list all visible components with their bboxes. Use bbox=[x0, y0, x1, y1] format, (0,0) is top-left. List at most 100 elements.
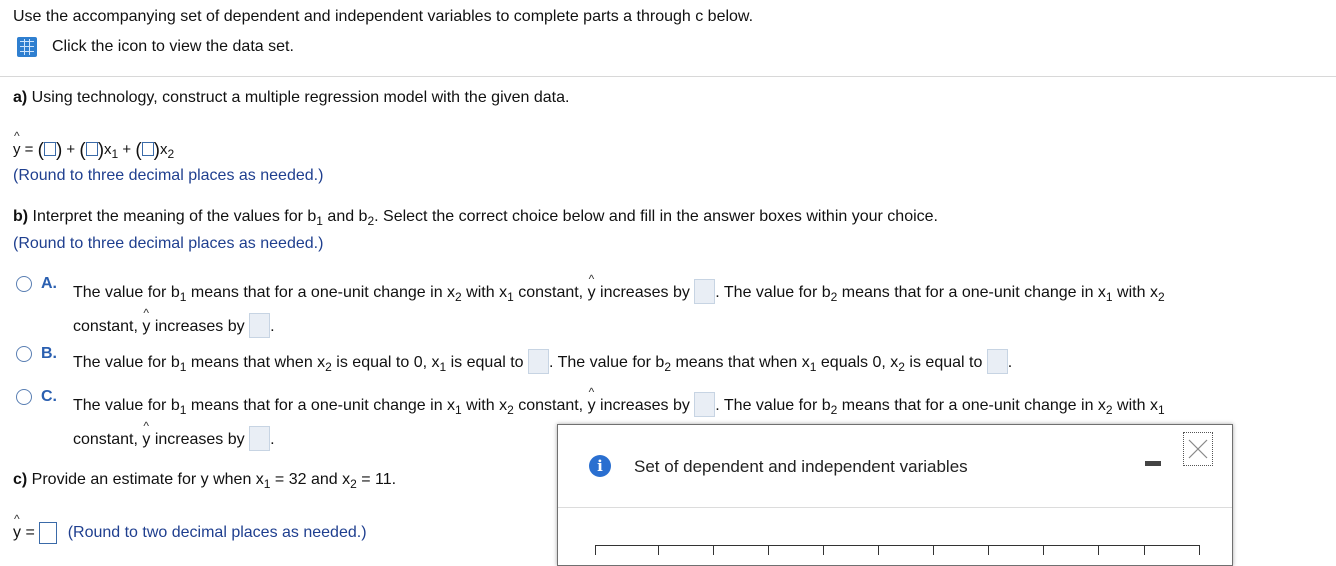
choice-c-letter[interactable]: C. bbox=[41, 388, 57, 406]
sub: 2 bbox=[1157, 290, 1165, 304]
y-hat: y bbox=[13, 512, 21, 542]
part-b-text: Interpret the meaning of the values for … bbox=[28, 208, 317, 225]
y-hat: y bbox=[13, 129, 21, 158]
view-data-link[interactable]: Click the icon to view the data set. bbox=[52, 38, 294, 56]
part-c-prompt: c) Provide an estimate for y when x1 = 3… bbox=[13, 471, 397, 491]
choice-text: . The value for b bbox=[549, 354, 665, 371]
choice-text: increases by bbox=[595, 284, 695, 301]
part-a-round-hint: (Round to three decimal places as needed… bbox=[13, 167, 324, 184]
intercept-input[interactable] bbox=[43, 142, 56, 156]
y-hat: y bbox=[588, 272, 596, 302]
estimate-input[interactable] bbox=[39, 522, 58, 544]
choice-a-radio[interactable] bbox=[16, 276, 32, 292]
choice-c-line1: The value for b 1 means that for a one-un… bbox=[73, 385, 1165, 417]
choice-b-input-2[interactable] bbox=[986, 349, 1008, 374]
sub: 1 bbox=[1157, 403, 1165, 417]
sub: 1 bbox=[507, 290, 514, 304]
table-column-line bbox=[1098, 545, 1099, 555]
choice-a-input-2[interactable] bbox=[249, 313, 271, 338]
table-column-line bbox=[1144, 545, 1145, 555]
part-b-text: . Select the correct choice below and fi… bbox=[374, 208, 938, 225]
choice-text: The value for b bbox=[73, 354, 180, 371]
choice-text: means that when x bbox=[186, 354, 326, 371]
choice-text: is equal to bbox=[904, 354, 987, 371]
choice-b-line1: The value for b1 means that when x2 is e… bbox=[73, 349, 1012, 374]
choice-text: . The value for b bbox=[715, 284, 831, 301]
part-c-text: Provide an estimate for y when x bbox=[27, 471, 264, 488]
part-b-text: and b bbox=[322, 208, 368, 225]
choice-b-letter[interactable]: B. bbox=[41, 345, 57, 363]
table-column-line bbox=[658, 545, 659, 555]
choice-a-line2: constant, y increases by . bbox=[73, 306, 275, 338]
b2-input[interactable] bbox=[141, 142, 154, 156]
choice-text: increases by bbox=[595, 397, 695, 414]
choice-text: The value for b bbox=[73, 284, 180, 301]
choice-c-input-1[interactable] bbox=[694, 392, 716, 417]
part-c-answer-row: y = (Round to two decimal places as need… bbox=[13, 512, 367, 544]
table-column-line bbox=[768, 545, 769, 555]
popup-header: i Set of dependent and independent varia… bbox=[558, 425, 1232, 508]
x1-var: x bbox=[104, 141, 112, 158]
equals-sign: = bbox=[20, 141, 38, 158]
choice-text: . The value for b bbox=[715, 397, 831, 414]
sub: 2 bbox=[898, 360, 905, 374]
choice-text: constant, bbox=[513, 397, 588, 414]
data-set-popup: i Set of dependent and independent varia… bbox=[557, 424, 1233, 566]
choice-text: is equal to 0, x bbox=[331, 354, 440, 371]
intro-text: Use the accompanying set of dependent an… bbox=[13, 8, 754, 25]
choice-text: means that for a one-unit change in x bbox=[837, 284, 1106, 301]
sub: 2 bbox=[455, 290, 462, 304]
choice-c-input-2[interactable] bbox=[249, 426, 271, 451]
choice-text: . bbox=[1007, 354, 1013, 371]
minimize-icon[interactable] bbox=[1145, 461, 1161, 466]
sub: 2 bbox=[664, 360, 672, 374]
part-b-label: b) bbox=[13, 208, 29, 225]
choice-text: equals 0, x bbox=[816, 354, 899, 371]
part-a-prompt: a) Using technology, construct a multipl… bbox=[13, 89, 569, 107]
y-hat: y bbox=[588, 385, 596, 415]
choice-text: constant, bbox=[73, 318, 143, 335]
choice-text: with x bbox=[461, 284, 508, 301]
part-c-text: = 11. bbox=[356, 471, 397, 488]
y-hat: y bbox=[142, 306, 150, 336]
choice-text: means that for a one-unit change in x bbox=[186, 397, 456, 414]
choice-text: . bbox=[270, 431, 275, 448]
popup-title: Set of dependent and independent variabl… bbox=[634, 457, 968, 476]
choice-a-letter[interactable]: A. bbox=[41, 275, 57, 293]
close-icon[interactable] bbox=[1183, 432, 1213, 466]
sub: 2 bbox=[507, 403, 514, 417]
plus-sign: + bbox=[62, 141, 80, 158]
plus-sign: + bbox=[118, 141, 136, 158]
part-c-round-hint: (Round to two decimal places as needed.) bbox=[67, 524, 367, 541]
table-column-line bbox=[713, 545, 714, 555]
choice-text: with x bbox=[461, 397, 508, 414]
table-column-line bbox=[1199, 545, 1200, 555]
divider bbox=[0, 76, 1336, 77]
choice-text: increases by bbox=[150, 431, 250, 448]
b1-input[interactable] bbox=[85, 142, 98, 156]
choice-text: . bbox=[270, 318, 275, 335]
choice-text: means that for a one-unit change in x bbox=[837, 397, 1106, 414]
sub: 2 bbox=[350, 477, 357, 491]
choice-c-radio[interactable] bbox=[16, 389, 32, 405]
choice-text: constant, bbox=[73, 431, 143, 448]
x2-sub: 2 bbox=[167, 147, 175, 161]
part-c-text: = 32 and x bbox=[270, 471, 351, 488]
choice-text: means that when x bbox=[671, 354, 810, 371]
part-a-label: a) bbox=[13, 89, 28, 106]
equals-sign: = bbox=[21, 524, 40, 541]
table-column-line bbox=[1043, 545, 1044, 555]
choice-b-radio[interactable] bbox=[16, 346, 32, 362]
part-b-prompt: b) Interpret the meaning of the values f… bbox=[13, 208, 938, 228]
choice-c-line2: constant, y increases by . bbox=[73, 419, 275, 451]
choice-text: with x bbox=[1112, 397, 1158, 414]
choice-text: constant, bbox=[513, 284, 588, 301]
choice-b-input-1[interactable] bbox=[528, 349, 549, 374]
part-c-label: c) bbox=[13, 471, 28, 488]
choice-text: The value for b bbox=[73, 397, 180, 414]
table-column-line bbox=[595, 545, 596, 555]
sub: 1 bbox=[316, 214, 323, 228]
sub: 2 bbox=[325, 360, 332, 374]
choice-a-input-1[interactable] bbox=[694, 279, 716, 304]
data-set-grid-icon[interactable] bbox=[17, 37, 37, 57]
